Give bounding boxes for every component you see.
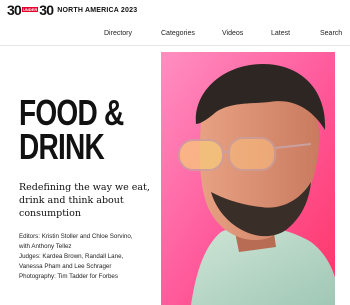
- logo-under-badge: UNDER: [21, 6, 39, 12]
- main-nav: Directory Categories Videos Latest Searc…: [0, 28, 350, 40]
- site-header: 30 UNDER 30 NORTH AMERICA 2023 Directory…: [0, 0, 350, 46]
- portrait-illustration: [161, 52, 335, 305]
- logo[interactable]: 30 UNDER 30 NORTH AMERICA 2023: [7, 3, 137, 17]
- credit-line: Photography: Tim Tadder for Forbes: [19, 273, 118, 280]
- glasses-lens-right: [228, 137, 276, 171]
- nav-latest[interactable]: Latest: [271, 28, 290, 40]
- page-title: FOOD & DRINK: [19, 92, 124, 167]
- credit-line: with Anthony Tellez: [19, 243, 72, 250]
- credit-line: Judges: Kardea Brown, Randall Lane,: [19, 253, 124, 260]
- credit-line: Editors: Kristin Stoller and Chloe Sorvi…: [19, 233, 133, 240]
- title-line-1: FOOD &: [19, 92, 124, 133]
- hero-photo: [161, 52, 335, 305]
- nav-search[interactable]: Search: [320, 28, 342, 40]
- nav-directory[interactable]: Directory: [104, 28, 132, 40]
- logo-number-right: 30: [39, 2, 54, 18]
- glasses-lens-left: [178, 139, 224, 171]
- title-line-2: DRINK: [19, 126, 105, 167]
- header-divider: [0, 45, 350, 46]
- credit-line: Vanessa Pham and Lee Schrager: [19, 263, 112, 270]
- nav-categories[interactable]: Categories: [161, 28, 195, 40]
- credits: Editors: Kristin Stoller and Chloe Sorvi…: [19, 232, 169, 282]
- nav-videos[interactable]: Videos: [222, 28, 243, 40]
- logo-tagline: NORTH AMERICA 2023: [57, 6, 138, 14]
- page-subtitle: Redefining the way we eat, drink and thi…: [19, 182, 150, 219]
- logo-number-left: 30: [7, 2, 22, 18]
